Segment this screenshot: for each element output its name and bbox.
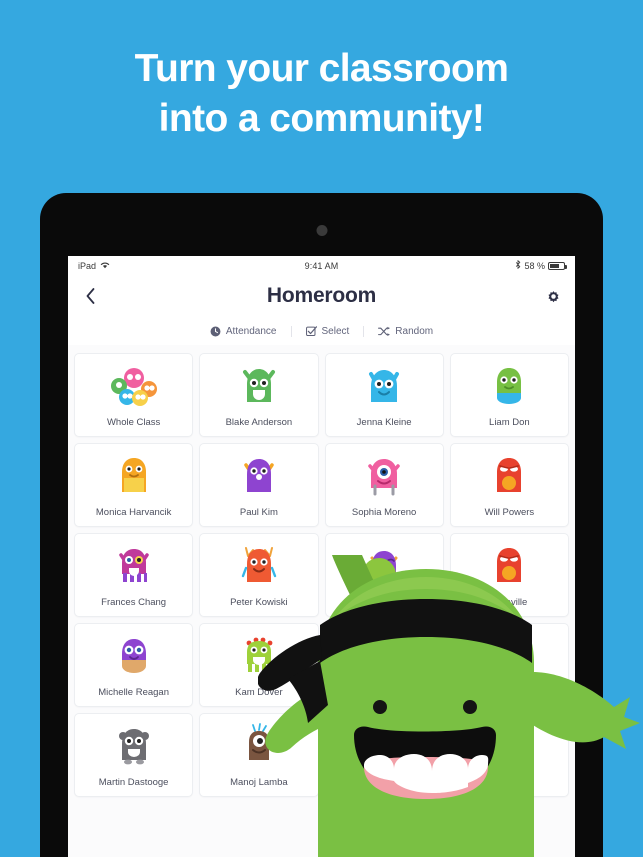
ipad-device-frame: iPad 9:41 AM 58 % Homeroom Attendance Se… [40,193,603,857]
orange-antler-avatar [200,534,317,597]
student-card[interactable]: Frances Chang [74,533,194,617]
hidden-avatar [326,624,443,698]
red-monster-avatar [451,444,568,507]
action-toolbar: Attendance Select Random [68,317,575,345]
promo-headline: Turn your classroom into a community! [0,44,643,144]
student-name: Sophia Moreno [351,507,417,518]
mascot-ball [362,558,396,592]
brown-monster-avatar [200,714,317,777]
student-card[interactable]: Manoj Lamba [199,713,319,797]
student-grid: Whole Class Blake Anderson Jenna Kleine … [74,353,569,797]
status-bar: iPad 9:41 AM 58 % [68,256,575,275]
student-name: Manoj Lamba [230,777,288,788]
yellow-monster-avatar [75,444,192,507]
student-name: Peter Kowiski [230,597,288,608]
student-name: Liam Don [489,417,530,428]
student-card[interactable] [449,623,569,707]
select-button[interactable]: Select [290,325,364,337]
student-name: Whole Class [106,417,161,428]
select-label: Select [321,325,350,337]
student-card[interactable]: Michelle Reagan [74,623,194,707]
hidden-avatar [326,714,443,788]
student-name: Will Powers [484,507,535,518]
purple-tan-avatar [75,624,192,687]
student-card[interactable]: Jenna Kleine [324,353,444,437]
student-card[interactable] [449,713,569,797]
checkbox-icon [305,325,317,337]
student-name: Monica Harvancik [95,507,172,518]
bluetooth-icon [515,259,521,271]
blue-monster-avatar [326,354,443,417]
student-card[interactable]: Whole Class [74,353,194,437]
settings-button[interactable] [543,286,563,306]
green-blob-avatar [451,354,568,417]
student-card[interactable] [324,623,444,707]
random-label: Random [395,325,434,337]
student-name: Martin Dastooge [98,777,169,788]
red-monster-avatar [451,534,568,597]
student-name: Michelle Reagan [98,687,169,698]
student-name: Jenna Kleine [356,417,412,428]
ipad-screen: iPad 9:41 AM 58 % Homeroom Attendance Se… [68,256,575,857]
promo-headline-line-2: into a community! [158,96,485,140]
battery-icon [548,261,567,270]
pink-cyclops-avatar [326,444,443,507]
student-card[interactable] [324,713,444,797]
hidden-avatar [451,624,568,698]
group-monsters-avatar [75,354,192,417]
attendance-button[interactable]: Attendance [196,326,291,337]
student-name: Kam Dover [235,687,283,698]
back-button[interactable] [80,286,100,306]
student-card[interactable]: y Caville [449,533,569,617]
promo-headline-line-1: Turn your classroom [134,47,509,90]
magenta-monster-avatar [75,534,192,597]
student-name: y Caville [491,597,528,608]
status-bar-right: 58 % [515,259,567,271]
shuffle-icon [378,326,390,337]
green-monster-avatar [200,354,317,417]
roster-area: Whole Class Blake Anderson Jenna Kleine … [68,345,575,857]
student-card[interactable]: Sophia Moreno [324,443,444,527]
student-card[interactable]: Blake Anderson [199,353,319,437]
status-time: 9:41 AM [304,260,339,271]
student-card[interactable]: Kam Dover [199,623,319,707]
student-name: Frances Chang [101,597,167,608]
student-card[interactable]: Liam Don [449,353,569,437]
gray-monster-avatar [75,714,192,777]
hidden-avatar [451,714,568,788]
student-card[interactable]: Monica Harvancik [74,443,194,527]
navigation-bar: Homeroom [68,275,575,317]
purple-monster-avatar [200,444,317,507]
battery-percent-label: 58 % [524,260,545,271]
student-name: Paul Kim [239,507,278,518]
student-card[interactable]: Will Powers [449,443,569,527]
gear-icon [547,290,559,302]
student-name: Blake Anderson [225,417,293,428]
lime-monster-avatar [200,624,317,687]
student-card[interactable]: Paul Kim [199,443,319,527]
front-camera-icon [316,225,327,236]
clock-icon [210,326,221,337]
student-card[interactable]: Martin Dastooge [74,713,194,797]
page-title: Homeroom [266,284,377,307]
attendance-label: Attendance [225,325,277,337]
random-button[interactable]: Random [363,325,447,337]
student-card[interactable]: Peter Kowiski [199,533,319,617]
student-name: Sophia Moreno [351,597,417,608]
